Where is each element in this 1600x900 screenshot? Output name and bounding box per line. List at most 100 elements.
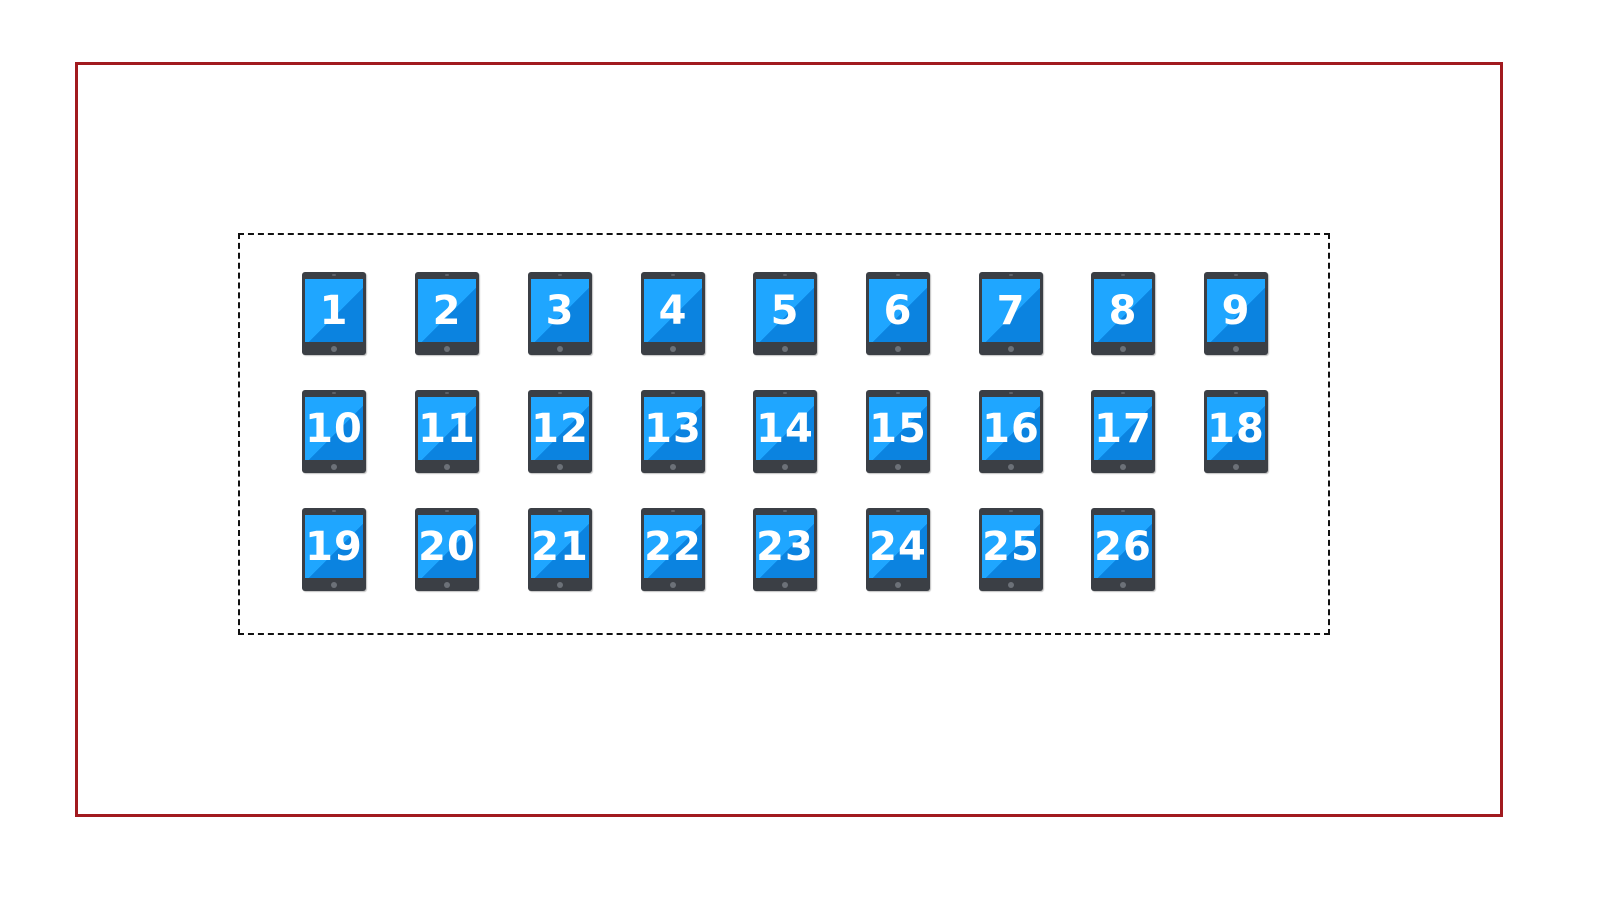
device-number: 9 (1221, 287, 1251, 334)
tablet-icon: 1 (302, 272, 366, 355)
tablet-icon: 4 (641, 272, 705, 355)
home-button (557, 464, 563, 470)
device-number: 13 (644, 405, 702, 452)
tablet-icon: 6 (866, 272, 930, 355)
device-number: 16 (982, 405, 1040, 452)
tablet-icon: 14 (753, 390, 817, 473)
device-number: 11 (418, 405, 476, 452)
camera-dot (1234, 274, 1238, 276)
device-number: 14 (756, 405, 814, 452)
device-number: 12 (531, 405, 589, 452)
camera-dot (896, 274, 900, 276)
camera-dot (1121, 392, 1125, 394)
camera-dot (783, 510, 787, 512)
device-number: 6 (883, 287, 913, 334)
device-number: 4 (658, 287, 688, 334)
camera-dot (671, 392, 675, 394)
tablet-icon: 13 (641, 390, 705, 473)
home-button (557, 346, 563, 352)
camera-dot (896, 510, 900, 512)
tablet-icon: 19 (302, 508, 366, 591)
home-button (895, 464, 901, 470)
tablet-icon: 7 (979, 272, 1043, 355)
device-number: 5 (770, 287, 800, 334)
home-button (557, 582, 563, 588)
home-button (895, 346, 901, 352)
tablet-icon: 18 (1204, 390, 1268, 473)
device-number: 22 (644, 523, 702, 570)
device-number: 25 (982, 523, 1040, 570)
tablet-icon: 5 (753, 272, 817, 355)
home-button (1008, 346, 1014, 352)
tablet-icon: 8 (1091, 272, 1155, 355)
home-button (782, 582, 788, 588)
tablet-icon: 9 (1204, 272, 1268, 355)
camera-dot (896, 392, 900, 394)
tablet-icon: 17 (1091, 390, 1155, 473)
home-button (895, 582, 901, 588)
camera-dot (1009, 274, 1013, 276)
home-button (670, 582, 676, 588)
camera-dot (671, 510, 675, 512)
camera-dot (558, 510, 562, 512)
camera-dot (332, 392, 336, 394)
camera-dot (558, 274, 562, 276)
camera-dot (558, 392, 562, 394)
home-button (331, 582, 337, 588)
device-number: 19 (305, 523, 363, 570)
device-number: 7 (996, 287, 1026, 334)
tablet-icon: 2 (415, 272, 479, 355)
home-button (782, 464, 788, 470)
tablet-icon: 20 (415, 508, 479, 591)
home-button (670, 464, 676, 470)
home-button (444, 582, 450, 588)
camera-dot (445, 392, 449, 394)
tablet-icon: 23 (753, 508, 817, 591)
home-button (1233, 464, 1239, 470)
camera-dot (445, 274, 449, 276)
home-button (1008, 582, 1014, 588)
tablet-icon: 12 (528, 390, 592, 473)
home-button (1120, 464, 1126, 470)
home-button (670, 346, 676, 352)
camera-dot (445, 510, 449, 512)
tablet-icon: 22 (641, 508, 705, 591)
tablet-icon: 24 (866, 508, 930, 591)
camera-dot (1121, 274, 1125, 276)
tablet-icon: 11 (415, 390, 479, 473)
device-number: 23 (756, 523, 814, 570)
camera-dot (1009, 392, 1013, 394)
device-number: 8 (1108, 287, 1138, 334)
device-number: 20 (418, 523, 476, 570)
camera-dot (332, 510, 336, 512)
home-button (1120, 346, 1126, 352)
camera-dot (783, 392, 787, 394)
device-number: 10 (305, 405, 363, 452)
home-button (331, 464, 337, 470)
device-number: 2 (432, 287, 462, 334)
camera-dot (332, 274, 336, 276)
device-number: 1 (319, 287, 349, 334)
device-number: 3 (545, 287, 575, 334)
home-button (444, 464, 450, 470)
tablet-icon: 21 (528, 508, 592, 591)
device-number: 21 (531, 523, 589, 570)
device-number: 26 (1094, 523, 1152, 570)
home-button (1120, 582, 1126, 588)
device-number: 24 (869, 523, 927, 570)
device-number: 15 (869, 405, 927, 452)
device-number: 17 (1094, 405, 1152, 452)
home-button (1233, 346, 1239, 352)
camera-dot (1009, 510, 1013, 512)
tablet-icon: 25 (979, 508, 1043, 591)
tablet-icon: 3 (528, 272, 592, 355)
home-button (1008, 464, 1014, 470)
home-button (444, 346, 450, 352)
home-button (782, 346, 788, 352)
camera-dot (783, 274, 787, 276)
home-button (331, 346, 337, 352)
tablet-icon: 16 (979, 390, 1043, 473)
device-number: 18 (1207, 405, 1265, 452)
camera-dot (1121, 510, 1125, 512)
camera-dot (671, 274, 675, 276)
